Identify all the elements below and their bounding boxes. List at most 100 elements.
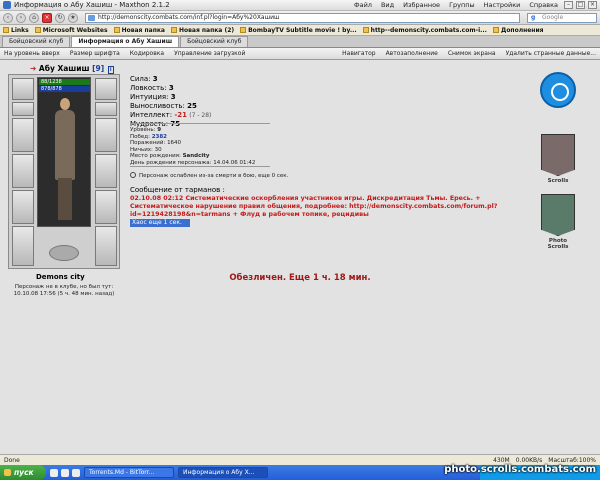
last-seen-text: Персонаж не в клубе, но был тут: 10.10.0… bbox=[13, 284, 115, 297]
menu-settings[interactable]: Настройки bbox=[484, 1, 521, 9]
tab-character-info[interactable]: Информация о Абу Хашиш bbox=[71, 36, 180, 47]
necklace-slot[interactable] bbox=[12, 102, 34, 116]
quicklaunch-desktop-icon[interactable] bbox=[61, 468, 69, 477]
weakness-icon bbox=[130, 172, 136, 178]
character-level: [9] bbox=[92, 64, 105, 73]
character-name-line: ➔ Абу Хашиш [9] i bbox=[30, 64, 114, 74]
record-block: Уровень: 9 Побед: 2382 Поражений: 1640 Н… bbox=[130, 127, 255, 166]
close-icon[interactable]: × bbox=[588, 1, 597, 9]
taskbar-item-torrents[interactable]: Torrents.Md - BitTorr... bbox=[84, 467, 174, 478]
menu-favorites[interactable]: Избранное bbox=[403, 1, 440, 9]
favorites-icon[interactable]: ★ bbox=[68, 12, 78, 23]
menu-help[interactable]: Справка bbox=[529, 1, 558, 9]
window-title: Информация о Абу Хашиш - Maxthon 2.1.2 bbox=[14, 1, 170, 9]
stats-block: Сила: 3 Ловкость: 3 Интуиция: 3 Вынослив… bbox=[130, 75, 211, 129]
search-input[interactable]: Google bbox=[527, 12, 597, 23]
boots-slot[interactable] bbox=[95, 226, 117, 266]
tab-fight-club-2[interactable]: Бойцовский клуб bbox=[180, 36, 249, 47]
plugin-autofill[interactable]: Автозаполнение bbox=[386, 50, 438, 57]
city-emblem-icon bbox=[49, 245, 79, 261]
taskbar-item-browser[interactable]: Информация о Абу Х... bbox=[178, 467, 268, 478]
character-portrait: 88/1238 878/878 bbox=[37, 77, 91, 227]
links-item[interactable]: http--demonscity.combats.com-i... bbox=[362, 26, 487, 34]
weapon-slot[interactable] bbox=[12, 118, 34, 152]
rings-slot[interactable] bbox=[95, 190, 117, 224]
chaos-timer: Хаос еще 1 сек. bbox=[130, 219, 190, 227]
quicklaunch-maxthon-icon[interactable] bbox=[72, 468, 80, 477]
mana-bar: 878/878 bbox=[39, 86, 90, 92]
stat-intellect: Интеллект: -21 (7 - 28) bbox=[130, 111, 212, 119]
plugin-font-size[interactable]: Размер шрифта bbox=[70, 50, 120, 57]
weakness-notice: Персонаж ослаблен из-за смерти в бою, ещ… bbox=[130, 172, 288, 179]
scrolls-banner-icon[interactable] bbox=[541, 134, 575, 176]
character-name: Абу Хашиш bbox=[38, 64, 90, 73]
helmet-slot[interactable] bbox=[12, 78, 34, 100]
character-figure bbox=[52, 98, 78, 223]
navigation-toolbar: ‹ › ⌂ × ↻ ★ http://demonscity.combats.co… bbox=[0, 11, 600, 25]
home-icon[interactable]: ⌂ bbox=[29, 12, 39, 23]
plugin-navigator[interactable]: Навигатор bbox=[342, 50, 375, 57]
hp-bar: 88/1238 bbox=[39, 79, 90, 85]
character-doll: 88/1238 878/878 bbox=[8, 74, 120, 269]
silence-status: Обезличен. Еще 1 ч. 18 мин. bbox=[229, 273, 371, 283]
info-icon[interactable]: i bbox=[107, 66, 114, 74]
belt-slot[interactable] bbox=[12, 190, 34, 224]
status-memory: 430M bbox=[493, 456, 510, 464]
links-item[interactable]: Links bbox=[3, 26, 29, 34]
page-content: ➔ Абу Хашиш [9] i 88/1238 878/878 Demons… bbox=[0, 60, 600, 454]
menu-file[interactable]: Файл bbox=[354, 1, 372, 9]
watermark: photo.scrolls.combats.com bbox=[444, 464, 596, 475]
status-zoom[interactable]: Масштаб:100% bbox=[548, 457, 596, 464]
links-item[interactable]: Новая папка (2) bbox=[170, 26, 234, 34]
stat-endurance: Выносливость: 25 bbox=[130, 102, 197, 110]
leggings-slot[interactable] bbox=[12, 226, 34, 266]
window-titlebar: Информация о Абу Хашиш - Maxthon 2.1.2 Ф… bbox=[0, 0, 600, 11]
tab-fight-club-1[interactable]: Бойцовский клуб bbox=[2, 36, 71, 47]
plugin-encoding[interactable]: Кодировка bbox=[130, 50, 164, 57]
clan-logo-icon[interactable] bbox=[540, 72, 576, 108]
gloves-slot[interactable] bbox=[95, 102, 117, 116]
menu-groups[interactable]: Группы bbox=[449, 1, 475, 9]
armor-slot[interactable] bbox=[12, 154, 34, 188]
stat-strength: Сила: 3 bbox=[130, 75, 158, 83]
menu-view[interactable]: Вид bbox=[381, 1, 394, 9]
forward-icon[interactable]: › bbox=[16, 12, 26, 23]
clan-arrow-icon: ➔ bbox=[30, 64, 37, 73]
status-speed: 0.00KB/s bbox=[515, 456, 543, 464]
links-item[interactable]: Дополнения bbox=[492, 26, 544, 34]
menu-bar: Файл Вид Избранное Группы Настройки Спра… bbox=[354, 1, 558, 9]
quicklaunch-ie-icon[interactable] bbox=[50, 468, 58, 477]
stat-intuition: Интуиция: 3 bbox=[130, 93, 176, 101]
plugin-level-up[interactable]: На уровень вверх bbox=[4, 50, 60, 57]
tab-strip: Бойцовский клуб Информация о Абу Хашиш Б… bbox=[0, 36, 600, 48]
links-toolbar: Links Microsoft Websites Новая папка Нов… bbox=[0, 25, 600, 36]
window-controls: – □ × bbox=[564, 1, 597, 9]
stats-divider bbox=[130, 123, 270, 124]
links-item[interactable]: Новая папка bbox=[113, 26, 165, 34]
minimize-icon[interactable]: – bbox=[564, 1, 573, 9]
start-button[interactable]: пуск bbox=[0, 465, 46, 480]
stop-icon[interactable]: × bbox=[42, 12, 52, 23]
links-item[interactable]: BombayTV Subtitle movie ! by... bbox=[240, 26, 357, 34]
earrings-slot[interactable] bbox=[95, 78, 117, 100]
plugin-screenshot[interactable]: Снимок экрана bbox=[448, 50, 496, 57]
record-divider bbox=[130, 166, 270, 167]
address-input[interactable]: http://demonscity.combats.com/inf.pl?log… bbox=[85, 12, 520, 23]
links-item[interactable]: Microsoft Websites bbox=[34, 26, 108, 34]
plugin-download-manager[interactable]: Управление загрузкой bbox=[174, 50, 245, 57]
photo-scrolls-label: Photo Scrolls bbox=[547, 238, 569, 250]
message-header: Сообщение от тарманов : bbox=[130, 186, 225, 194]
message-body: 02.10.08 02:12 Систематические оскорблен… bbox=[130, 195, 498, 218]
maximize-icon[interactable]: □ bbox=[576, 1, 585, 9]
quick-launch bbox=[50, 468, 80, 477]
plugin-toolbar: На уровень вверх Размер шрифта Кодировка… bbox=[0, 48, 600, 60]
scrolls-label: Scrolls bbox=[547, 178, 569, 184]
stat-agility: Ловкость: 3 bbox=[130, 84, 174, 92]
back-icon[interactable]: ‹ bbox=[3, 12, 13, 23]
status-done: Done bbox=[4, 456, 20, 464]
plugin-clear-data[interactable]: Удалить странные данные... bbox=[506, 50, 596, 57]
refresh-icon[interactable]: ↻ bbox=[55, 12, 65, 23]
shield-slot[interactable] bbox=[95, 118, 117, 152]
bracer-slot[interactable] bbox=[95, 154, 117, 188]
photo-scrolls-banner-icon[interactable] bbox=[541, 194, 575, 236]
